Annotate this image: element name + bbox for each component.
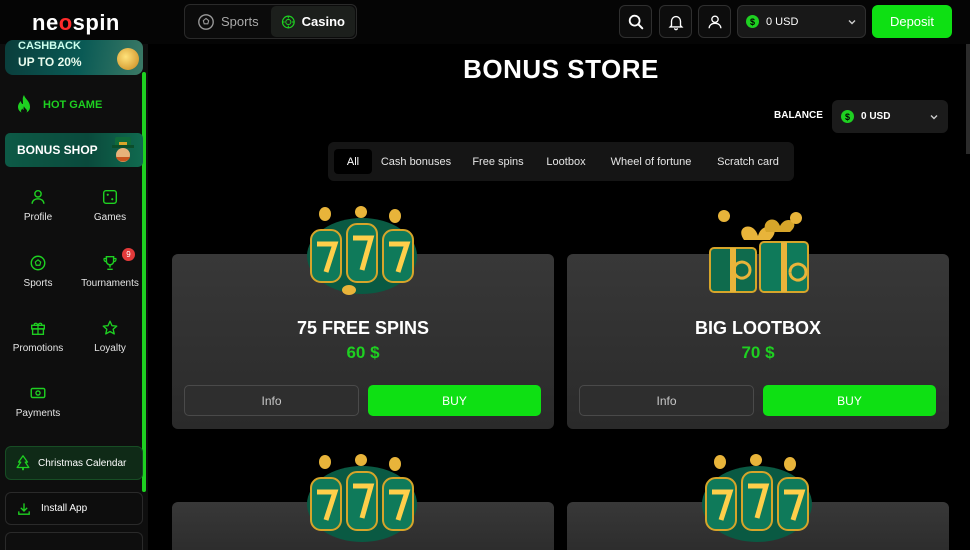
neospin-logo[interactable]: neospin [32, 10, 120, 36]
christmas-tree-icon [16, 455, 30, 471]
bell-icon [668, 15, 683, 30]
casino-mode-button[interactable]: Casino [271, 6, 355, 37]
cashback-banner[interactable]: CASHBACK UP TO 20% [5, 40, 143, 75]
store-balance-amount: 0 USD [861, 111, 891, 122]
search-button[interactable] [619, 5, 652, 38]
hot-game-label: HOT GAME [43, 99, 103, 111]
slot-777-icon [307, 206, 417, 295]
sidebar-item-loyalty[interactable]: Loyalty [73, 319, 147, 354]
account-button[interactable] [698, 5, 731, 38]
card-title: BIG LOOTBOX [695, 318, 821, 338]
chevron-down-icon [848, 19, 856, 24]
info-button[interactable]: Info [184, 385, 359, 416]
slot-777-icon [702, 454, 812, 542]
info-button[interactable]: Info [579, 385, 754, 416]
notifications-button[interactable] [659, 5, 692, 38]
leprechaun-icon [112, 137, 134, 162]
bonus-shop-banner[interactable]: BONUS SHOP [5, 133, 143, 167]
deposit-button[interactable]: Deposit [872, 5, 952, 38]
cashback-title: CASHBACK [18, 40, 81, 52]
install-app-button[interactable]: Install App [5, 492, 143, 525]
soccer-ball-icon [30, 255, 46, 271]
money-icon [30, 387, 46, 399]
user-icon [707, 14, 722, 28]
sidebar: CASHBACK UP TO 20% HOT GAME BONUS SHOP P… [0, 40, 148, 550]
casino-mode-label: Casino [301, 14, 345, 29]
main-content: BONUS STORE BALANCE $ 0 USD All Cash bon… [148, 44, 970, 550]
filter-tab-cash-bonuses[interactable]: Cash bonuses [376, 149, 456, 174]
christmas-calendar-label: Christmas Calendar [38, 457, 127, 469]
dollar-icon: $ [841, 110, 854, 123]
install-app-label: Install App [41, 503, 88, 514]
flame-icon [18, 95, 30, 114]
balance-label: BALANCE [774, 110, 823, 121]
gift-box-icon [709, 210, 809, 293]
soccer-ball-icon [198, 13, 214, 30]
sports-mode-label: Sports [221, 14, 259, 29]
sidebar-item-label: Profile [23, 212, 53, 223]
sidebar-item-profile[interactable]: Profile [1, 188, 75, 223]
sidebar-item-games[interactable]: Games [73, 188, 147, 223]
mode-switch: Sports Casino [184, 4, 357, 39]
dollar-icon: $ [746, 15, 759, 28]
filter-tab-free-spins[interactable]: Free spins [464, 149, 532, 174]
balance-amount: 0 USD [766, 15, 799, 28]
gift-icon [31, 322, 45, 335]
sidebar-item-tournaments[interactable]: 9 Tournaments [73, 248, 147, 289]
search-icon [628, 14, 643, 29]
download-icon [18, 502, 30, 515]
chevron-down-icon [930, 114, 938, 119]
card-price: 70 $ [741, 343, 775, 362]
buy-button[interactable]: BUY [763, 385, 936, 416]
logo-text-ne: ne [32, 10, 59, 35]
sidebar-item-label: Promotions [12, 343, 64, 354]
card-price: 60 $ [346, 343, 380, 362]
buy-button[interactable]: BUY [368, 385, 541, 416]
card-title: 75 FREE SPINS [296, 318, 430, 338]
sidebar-item-label: Tournaments [81, 278, 139, 289]
trophy-icon [103, 255, 117, 271]
sidebar-item-sports[interactable]: Sports [1, 254, 75, 289]
cashback-subtitle: UP TO 20% [18, 55, 82, 69]
filter-tabs: All Cash bonuses Free spins Lootbox Whee… [328, 142, 794, 181]
logo-text-o: o [58, 10, 73, 35]
balance-dropdown[interactable]: $ 0 USD [737, 5, 866, 38]
filter-tab-lootbox[interactable]: Lootbox [540, 149, 592, 174]
bonus-shop-label: BONUS SHOP [17, 143, 98, 157]
page-scrollbar[interactable] [966, 44, 970, 154]
coin-icon [117, 48, 139, 70]
user-icon [31, 189, 45, 204]
filter-tab-wheel-of-fortune[interactable]: Wheel of fortune [602, 149, 700, 174]
sports-mode-button[interactable]: Sports [187, 6, 271, 37]
hot-game-link[interactable]: HOT GAME [15, 94, 102, 116]
slot-777-icon [307, 454, 417, 542]
star-icon [102, 320, 118, 335]
logo-text-spin: spin [72, 10, 120, 35]
filter-tab-scratch-card[interactable]: Scratch card [708, 149, 788, 174]
casino-chip-icon [281, 15, 295, 28]
sidebar-item-label: Payments [15, 408, 61, 419]
sidebar-item-label: Sports [23, 278, 53, 289]
sidebar-item-label: Loyalty [94, 343, 126, 354]
notification-badge: 9 [122, 248, 135, 261]
sidebar-bottom-item[interactable] [5, 532, 143, 550]
christmas-calendar-link[interactable]: Christmas Calendar [5, 446, 143, 480]
sidebar-item-promotions[interactable]: Promotions [1, 319, 75, 354]
sidebar-item-payments[interactable]: Payments [1, 384, 75, 419]
dice-icon [102, 189, 118, 205]
store-balance-dropdown[interactable]: $ 0 USD [832, 100, 948, 133]
filter-tab-all[interactable]: All [334, 149, 372, 174]
top-header: neospin Sports Casino $ 0 USD Deposit [0, 0, 970, 44]
sidebar-item-label: Games [93, 212, 127, 223]
page-title: BONUS STORE [463, 54, 659, 84]
